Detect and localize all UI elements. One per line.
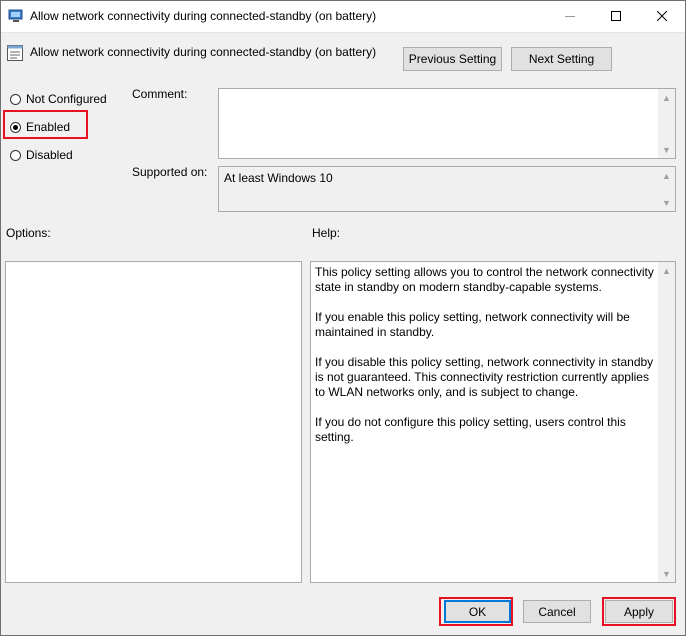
options-panel [5, 261, 302, 583]
radio-enabled[interactable]: Enabled [10, 120, 70, 134]
close-button[interactable] [639, 0, 685, 32]
radio-not-configured-label: Not Configured [26, 92, 107, 106]
radio-disabled[interactable]: Disabled [10, 148, 73, 162]
maximize-icon [611, 11, 621, 21]
options-label: Options: [6, 226, 51, 240]
comment-label: Comment: [132, 87, 188, 101]
minimize-button[interactable] [547, 0, 593, 32]
maximize-button[interactable] [593, 0, 639, 32]
policy-setting-icon [7, 45, 23, 61]
policy-app-icon [8, 9, 23, 22]
scroll-up-icon[interactable]: ▲ [658, 262, 675, 279]
previous-setting-button[interactable]: Previous Setting [403, 47, 502, 71]
minimize-icon [565, 16, 575, 17]
ok-button[interactable]: OK [444, 600, 511, 623]
scroll-up-icon[interactable]: ▲ [658, 89, 675, 106]
radio-enabled-circle [10, 121, 21, 133]
radio-enabled-label: Enabled [26, 120, 71, 134]
help-panel: This policy setting allows you to contro… [310, 261, 676, 583]
supported-on-field: At least Windows 10 ▲ ▼ [218, 166, 676, 212]
supported-scrollbar[interactable]: ▲ ▼ [658, 167, 675, 211]
help-text: This policy setting allows you to contro… [311, 262, 661, 463]
help-scrollbar[interactable]: ▲ ▼ [658, 262, 675, 582]
help-paragraph: If you disable this policy setting, netw… [315, 355, 654, 399]
radio-disabled-label: Disabled [26, 148, 73, 162]
radio-not-configured[interactable]: Not Configured [10, 92, 107, 106]
setting-title: Allow network connectivity during connec… [30, 45, 377, 59]
cancel-button[interactable]: Cancel [523, 600, 591, 623]
radio-not-configured-circle [10, 93, 21, 105]
comment-textarea[interactable]: ▲ ▼ [218, 88, 676, 159]
help-label: Help: [312, 226, 341, 240]
help-paragraph: If you do not configure this policy sett… [315, 415, 626, 444]
supported-on-label: Supported on: [132, 165, 208, 179]
scroll-down-icon[interactable]: ▼ [658, 141, 675, 158]
comment-scrollbar[interactable]: ▲ ▼ [658, 89, 675, 158]
comment-value [219, 89, 675, 95]
close-icon [657, 11, 667, 21]
scroll-down-icon[interactable]: ▼ [658, 194, 675, 211]
scroll-down-icon[interactable]: ▼ [658, 565, 675, 582]
next-setting-button[interactable]: Next Setting [511, 47, 612, 71]
help-paragraph: If you enable this policy setting, netwo… [315, 310, 630, 339]
scroll-up-icon[interactable]: ▲ [658, 167, 675, 184]
apply-button[interactable]: Apply [605, 600, 673, 623]
supported-on-value: At least Windows 10 [224, 171, 333, 185]
radio-disabled-circle [10, 149, 21, 161]
window-title: Allow network connectivity during connec… [30, 9, 377, 23]
help-paragraph: This policy setting allows you to contro… [315, 265, 654, 294]
